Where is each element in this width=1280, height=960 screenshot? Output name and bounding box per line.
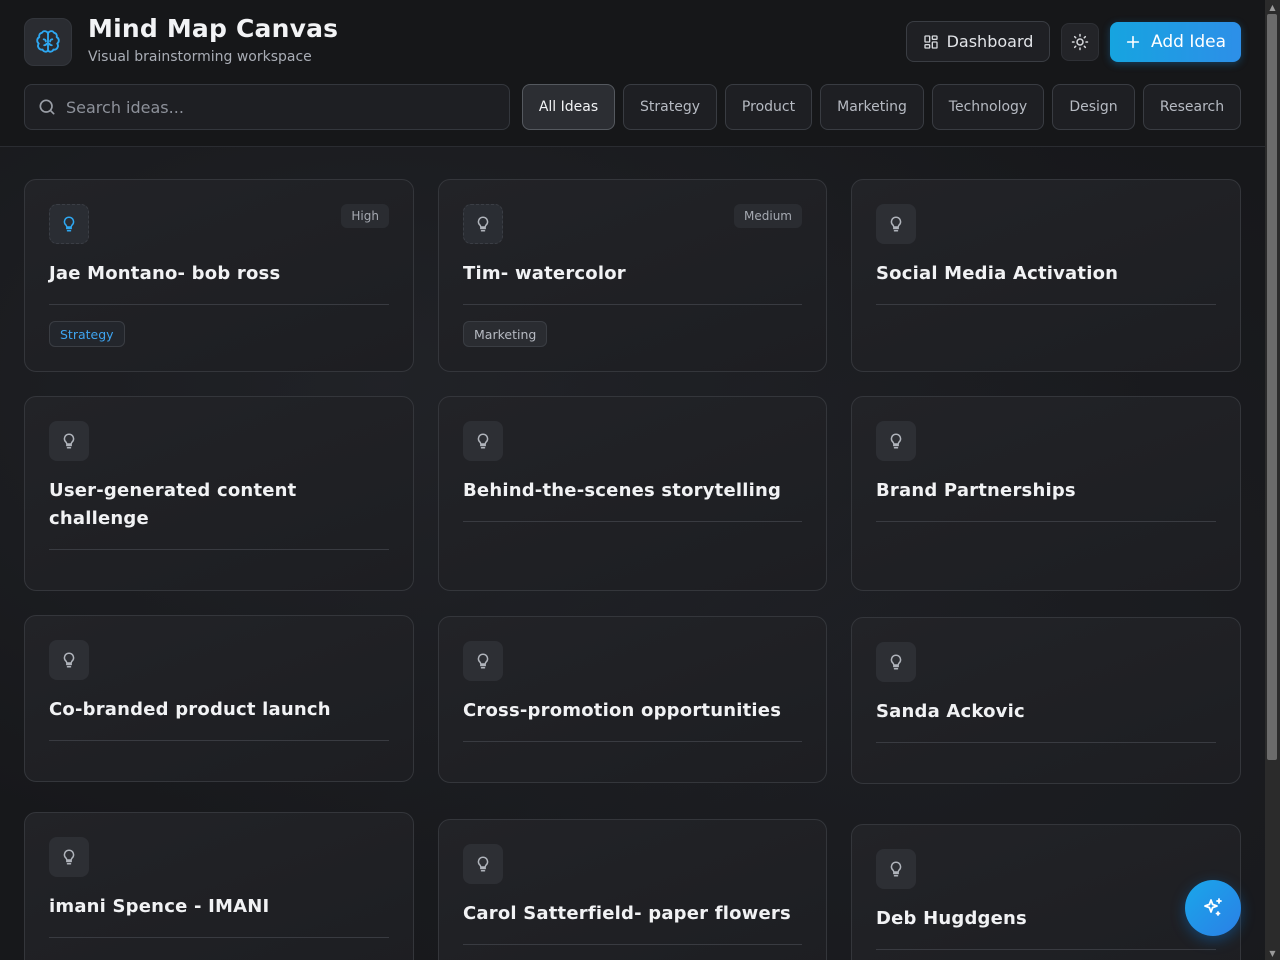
divider bbox=[49, 549, 389, 550]
divider bbox=[463, 521, 802, 522]
lightbulb-icon bbox=[49, 640, 89, 680]
idea-card[interactable]: Sanda Ackovic bbox=[851, 617, 1241, 784]
lightbulb-icon bbox=[876, 642, 916, 682]
idea-card[interactable]: Social Media Activation bbox=[851, 179, 1241, 372]
add-idea-label: Add Idea bbox=[1151, 32, 1226, 52]
idea-title: User-generated content challenge bbox=[49, 480, 297, 529]
priority-badge: High bbox=[341, 204, 389, 228]
ai-assist-button[interactable] bbox=[1185, 880, 1241, 936]
dashboard-label: Dashboard bbox=[946, 32, 1034, 51]
filter-research[interactable]: Research bbox=[1143, 84, 1241, 130]
divider bbox=[463, 304, 802, 305]
filter-product[interactable]: Product bbox=[725, 84, 812, 130]
lightbulb-icon bbox=[49, 204, 89, 244]
lightbulb-icon bbox=[463, 641, 503, 681]
lightbulb-icon bbox=[49, 837, 89, 877]
search-input[interactable] bbox=[66, 97, 486, 117]
idea-title: Brand Partnerships bbox=[876, 480, 1076, 501]
search-icon bbox=[37, 97, 57, 117]
idea-title: Jae Montano- bob ross bbox=[49, 263, 281, 284]
idea-card[interactable]: Medium Tim- watercolor Marketing bbox=[438, 179, 827, 372]
filter-all-ideas[interactable]: All Ideas bbox=[522, 84, 615, 130]
idea-title: imani Spence - IMANI bbox=[49, 896, 270, 917]
lightbulb-icon bbox=[463, 421, 503, 461]
brain-icon bbox=[36, 30, 60, 53]
category-tag: Marketing bbox=[463, 321, 548, 347]
idea-title: Behind-the-scenes storytelling bbox=[463, 480, 782, 501]
idea-title: Social Media Activation bbox=[876, 263, 1119, 284]
logo bbox=[24, 18, 72, 66]
filter-technology[interactable]: Technology bbox=[932, 84, 1044, 130]
idea-card[interactable]: User-generated content challenge bbox=[24, 396, 414, 591]
divider bbox=[876, 521, 1216, 522]
sun-icon bbox=[1071, 33, 1089, 51]
divider bbox=[876, 742, 1216, 743]
scroll-down-arrow[interactable]: ▼ bbox=[1265, 946, 1280, 960]
priority-badge: Medium bbox=[734, 204, 802, 228]
dashboard-button[interactable]: Dashboard bbox=[906, 21, 1050, 62]
header: Mind Map Canvas Visual brainstorming wor… bbox=[0, 0, 1265, 147]
idea-card[interactable]: Behind-the-scenes storytelling bbox=[438, 396, 827, 591]
divider bbox=[49, 937, 389, 938]
scroll-up-arrow[interactable]: ▲ bbox=[1265, 0, 1280, 14]
idea-title: Deb Hugdgens bbox=[876, 908, 1027, 929]
plus-icon bbox=[1126, 35, 1140, 49]
idea-card[interactable]: Brand Partnerships bbox=[851, 396, 1241, 591]
idea-title: Cross-promotion opportunities bbox=[463, 700, 782, 721]
idea-title: Carol Satterfield- paper flowers bbox=[463, 903, 791, 924]
divider bbox=[49, 304, 389, 305]
filter-design[interactable]: Design bbox=[1052, 84, 1135, 130]
theme-toggle-button[interactable] bbox=[1061, 23, 1099, 61]
add-idea-button[interactable]: Add Idea bbox=[1110, 22, 1241, 62]
filter-marketing[interactable]: Marketing bbox=[820, 84, 924, 130]
idea-card[interactable]: Cross-promotion opportunities bbox=[438, 616, 827, 783]
idea-title: Sanda Ackovic bbox=[876, 701, 1025, 722]
grid-icon bbox=[923, 34, 938, 49]
idea-card[interactable]: High Jae Montano- bob ross Strategy bbox=[24, 179, 414, 372]
lightbulb-icon bbox=[876, 204, 916, 244]
lightbulb-icon bbox=[463, 844, 503, 884]
lightbulb-icon bbox=[463, 204, 503, 244]
idea-card[interactable]: Co-branded product launch bbox=[24, 615, 414, 782]
scrollbar-thumb[interactable] bbox=[1267, 14, 1277, 760]
divider bbox=[876, 304, 1216, 305]
lightbulb-icon bbox=[876, 421, 916, 461]
page: Mind Map Canvas Visual brainstorming wor… bbox=[0, 0, 1265, 960]
category-tag: Strategy bbox=[49, 321, 125, 347]
idea-title: Tim- watercolor bbox=[463, 263, 626, 284]
app-subtitle: Visual brainstorming workspace bbox=[88, 49, 312, 65]
lightbulb-icon bbox=[49, 421, 89, 461]
idea-card[interactable]: Deb Hugdgens bbox=[851, 824, 1241, 960]
search-box[interactable] bbox=[24, 84, 510, 130]
app-title: Mind Map Canvas bbox=[88, 14, 339, 43]
filter-strategy[interactable]: Strategy bbox=[623, 84, 717, 130]
divider bbox=[49, 740, 389, 741]
divider bbox=[463, 741, 802, 742]
lightbulb-icon bbox=[876, 849, 916, 889]
divider bbox=[876, 949, 1216, 950]
idea-card[interactable]: Carol Satterfield- paper flowers bbox=[438, 819, 827, 960]
divider bbox=[463, 944, 802, 945]
idea-card[interactable]: imani Spence - IMANI bbox=[24, 812, 414, 960]
sparkles-icon bbox=[1204, 898, 1222, 916]
idea-title: Co-branded product launch bbox=[49, 699, 331, 720]
